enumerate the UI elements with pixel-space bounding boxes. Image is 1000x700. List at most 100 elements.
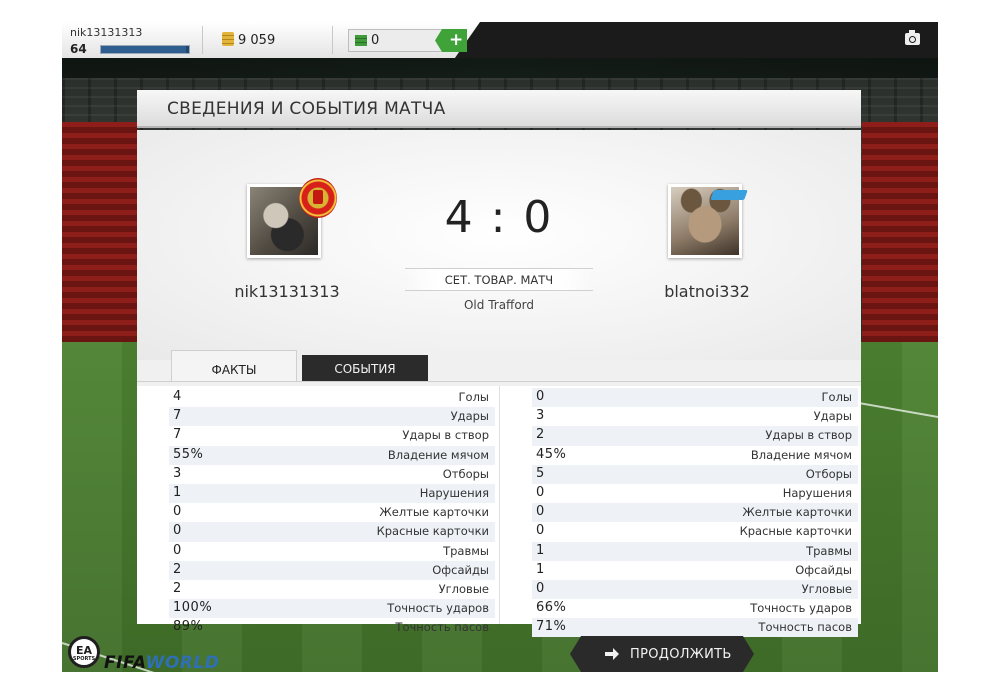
stat-value: 3: [173, 465, 182, 481]
stat-row: 100% Точность ударов: [169, 599, 495, 619]
stat-row: 55% Владение мячом: [169, 445, 495, 465]
fifa-points-counter: 0 +: [348, 29, 467, 52]
fifa-points-value: 0: [371, 33, 380, 48]
profile-username[interactable]: nik13131313: [70, 26, 142, 39]
stat-value: 66%: [536, 600, 567, 616]
match-type: СЕТ. ТОВАР. МАТЧ: [444, 273, 554, 287]
stat-value: 0: [173, 542, 182, 558]
stat-row: 0 Желтые карточки: [532, 503, 858, 523]
stat-value: 5: [536, 465, 545, 481]
tab-facts[interactable]: ФАКТЫ: [171, 350, 297, 382]
stat-value: 1: [173, 484, 182, 500]
stat-label: Владение мячом: [750, 447, 852, 462]
stat-row: 2 Удары в створ: [532, 426, 858, 446]
fifa-points-icon: [355, 35, 367, 46]
stat-label: Угловые: [801, 581, 852, 596]
manchester-united-badge-icon: [299, 178, 337, 218]
stat-label: Офсайды: [432, 562, 489, 577]
profile-level: 64: [70, 42, 87, 56]
stat-label: Нарушения: [782, 485, 852, 500]
zenit-badge-icon: [710, 186, 758, 208]
stat-row: 71% Точность пасов: [532, 618, 858, 638]
stat-row: 0 Красные карточки: [169, 522, 495, 542]
stat-value: 55%: [173, 446, 204, 462]
panel-header: СВЕДЕНИЯ И СОБЫТИЯ МАТЧА: [137, 90, 861, 128]
match-stats: 4 Голы 7 Удары 7 Удары в створ 55% Владение мяч…: [137, 386, 861, 638]
coins-value: 9 059: [238, 33, 276, 48]
stat-label: Красные карточки: [376, 524, 489, 539]
stat-label: Угловые: [438, 581, 489, 596]
continue-button[interactable]: ПРОДОЛЖИТЬ: [570, 636, 754, 672]
stat-value: 0: [536, 389, 545, 404]
tab-events[interactable]: СОБЫТИЯ: [302, 355, 428, 382]
home-stats: 4 Голы 7 Удары 7 Удары в створ 55% Владение мяч…: [169, 388, 495, 637]
stat-value: 0: [536, 580, 545, 596]
stat-value: 45%: [536, 446, 567, 462]
stat-row: 4 Голы: [169, 388, 495, 407]
stat-row: 0 Нарушения: [532, 484, 858, 503]
score-area: nik13131313 blatnoi332 4 : 0 СЕТ. ТОВАР.…: [137, 130, 861, 360]
add-points-button[interactable]: +: [435, 29, 467, 52]
stat-row: 89% Точность пасов: [169, 618, 495, 637]
stat-label: Точность пасов: [395, 620, 489, 635]
stat-row: 0 Желтые карточки: [169, 503, 495, 522]
stadium-stand-right: [862, 122, 938, 352]
stat-value: 3: [536, 408, 545, 424]
home-player-name: nik13131313: [234, 282, 340, 301]
stat-row: 3 Отборы: [169, 465, 495, 484]
stat-value: 1: [536, 542, 545, 558]
stat-value: 7: [173, 408, 182, 424]
stat-label: Офсайды: [795, 562, 852, 577]
coins-icon: [222, 32, 234, 46]
stat-label: Удары: [450, 409, 489, 424]
away-player-name: blatnoi332: [664, 282, 750, 301]
stat-value: 0: [173, 504, 182, 520]
stat-value: 89%: [173, 619, 204, 635]
top-bar: nik13131313 64 9 059 0 +: [62, 22, 938, 58]
stat-value: 1: [536, 561, 545, 577]
stat-row: 0 Травмы: [169, 542, 495, 561]
stat-row: 1 Травмы: [532, 541, 858, 561]
stat-label: Голы: [821, 390, 852, 404]
match-type-bar: СЕТ. ТОВАР. МАТЧ: [405, 268, 593, 291]
stat-row: 7 Удары: [169, 407, 495, 427]
away-stats: 0 Голы 3 Удары 2 Удары в створ 45% Владение мяч…: [532, 388, 858, 638]
stat-label: Точность пасов: [758, 620, 852, 635]
stat-value: 0: [536, 484, 545, 500]
stat-label: Отборы: [805, 466, 852, 481]
stat-label: Отборы: [442, 466, 489, 481]
match-facts-panel: СВЕДЕНИЯ И СОБЫТИЯ МАТЧА nik13131313 bla…: [137, 90, 861, 638]
stat-label: Точность ударов: [750, 601, 852, 616]
camera-icon[interactable]: [905, 30, 920, 45]
plus-icon: +: [449, 30, 464, 50]
xp-progress-fill: [101, 46, 187, 53]
match-score: 4 : 0: [444, 192, 554, 243]
stat-value: 7: [173, 427, 182, 443]
stat-label: Красные карточки: [739, 524, 852, 539]
stat-label: Удары в створ: [402, 428, 489, 443]
game-screen: nik13131313 64 9 059 0 + СВЕДЕНИЯ И СОБЫ…: [62, 22, 938, 700]
stat-value: 4: [173, 389, 182, 404]
stat-value: 100%: [173, 600, 213, 616]
stat-label: Травмы: [443, 543, 489, 558]
stat-label: Желтые карточки: [742, 505, 852, 520]
stat-label: Травмы: [806, 543, 852, 558]
stat-row: 66% Точность ударов: [532, 599, 858, 618]
stat-row: 1 Нарушения: [169, 483, 495, 504]
stat-label: Голы: [458, 390, 489, 404]
stat-row: 2 Угловые: [169, 580, 495, 599]
stat-value: 2: [173, 561, 182, 577]
stat-value: 0: [536, 504, 545, 520]
stat-row: 45% Владение мячом: [532, 446, 858, 465]
ea-sports-logo: EA SPORTS: [68, 636, 100, 668]
stat-row: 5 Отборы: [532, 464, 858, 484]
stat-value: 0: [536, 523, 545, 539]
stat-row: 1 Офсайды: [532, 561, 858, 580]
stat-label: Желтые карточки: [379, 505, 489, 520]
stat-row: 0 Красные карточки: [532, 522, 858, 541]
stat-label: Владение мячом: [387, 447, 489, 462]
continue-label: ПРОДОЛЖИТЬ: [630, 647, 732, 662]
fifa-world-logo: FIFAWORLD: [104, 653, 220, 673]
stat-row: 0 Голы: [532, 388, 858, 408]
xp-progress-bar: [100, 45, 190, 54]
